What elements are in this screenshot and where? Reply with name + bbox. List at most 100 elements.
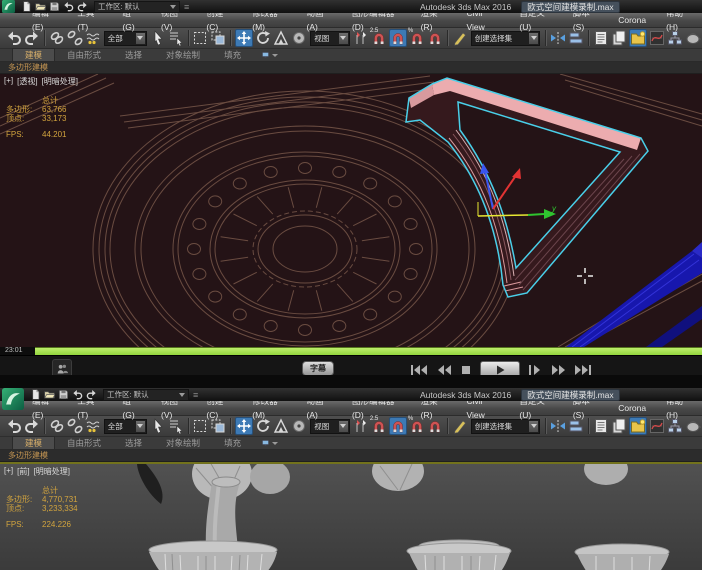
max-logo-app-menu[interactable]	[2, 388, 26, 401]
menubar: 编辑(E) 工具(T) 组(G) 视图(V) 创建(C) 修改器(M) 动画(A…	[0, 8, 702, 32]
tab-populate[interactable]: 填充	[212, 49, 253, 61]
chevron-down-icon	[338, 32, 348, 44]
scene-explorer-button[interactable]	[629, 29, 648, 47]
new-file-icon[interactable]	[30, 389, 41, 400]
viewport-label: [+] [前] [明暗处理]	[4, 466, 70, 477]
tab-modeling[interactable]: 建模	[12, 436, 56, 449]
tab-freeform[interactable]: 自由形式	[55, 49, 113, 61]
ribbon-monitor-icon[interactable]	[261, 51, 270, 59]
quick-access-toolbar	[21, 1, 88, 12]
viewport-perspective[interactable]: [+] [透视] [明暗处理] 总计 多边形: 63,766 顶点: 33,173 …	[0, 74, 702, 347]
quick-access-toolbar	[30, 389, 97, 400]
stats-fps-label: FPS:	[6, 130, 24, 139]
stats-total-label: 总计	[42, 486, 58, 495]
stage: 工作区: 默认 ≡ Autodesk 3ds Max 2016 欧式空间建模录制…	[0, 0, 702, 570]
workspace-label: 工作区: 默认	[98, 2, 140, 11]
document-title: 欧式空间建模录制.max	[521, 0, 620, 13]
scene-explorer-button[interactable]	[629, 417, 648, 435]
viewport-shading-label[interactable]: [明暗处理]	[42, 76, 78, 87]
window-bottom-3dsmax: 工作区: 默认 ≡ Autodesk 3ds Max 2016 欧式空间建模录制…	[0, 375, 702, 570]
stats-vert-value: 33,173	[42, 114, 67, 123]
workspace-selector[interactable]: 工作区: 默认	[94, 0, 180, 13]
stats-total-label: 总计	[42, 96, 58, 105]
chevron-down-icon	[529, 420, 539, 432]
tab-selection[interactable]: 选择	[113, 437, 154, 449]
stats-poly-value: 63,766	[42, 105, 67, 114]
chevron-down-icon[interactable]	[272, 441, 279, 445]
ribbon-monitor-icon[interactable]	[261, 439, 270, 447]
document-title: 欧式空间建模录制.max	[521, 388, 620, 401]
app-title: Autodesk 3ds Max 2016	[420, 389, 512, 400]
stats-fps-value: 44.201	[42, 130, 67, 139]
tab-object-paint[interactable]: 对象绘制	[154, 437, 212, 449]
chevron-down-icon	[135, 32, 145, 44]
viewport-label: [+] [透视] [明暗处理]	[4, 76, 78, 87]
chevron-down-icon[interactable]	[272, 53, 279, 57]
undo-scene-icon[interactable]	[6, 30, 22, 46]
selection-filter-value: 全部	[107, 33, 123, 43]
video-progress-bar[interactable]	[35, 347, 702, 355]
chevron-down-icon	[338, 420, 348, 432]
ribbon-tabs: 建模 自由形式 选择 对象绘制 填充	[0, 436, 702, 450]
chevron-down-icon	[179, 392, 185, 397]
ribbon-tabs: 建模 自由形式 选择 对象绘制 填充	[0, 48, 702, 62]
video-timestamp: 23:01	[5, 347, 23, 354]
selection-filter-value: 全部	[107, 421, 123, 431]
subtab-polygon-modeling[interactable]: 多边形建模	[0, 450, 56, 461]
tab-selection[interactable]: 选择	[113, 49, 154, 61]
window-title: Autodesk 3ds Max 2016 欧式空间建模录制.max	[420, 388, 620, 401]
viewport-menu-plus[interactable]: [+]	[4, 76, 13, 87]
open-file-icon[interactable]	[44, 389, 55, 400]
undo-icon[interactable]	[63, 1, 74, 12]
named-selection-set-value: 创建选择集	[474, 33, 513, 43]
named-selection-set-value: 创建选择集	[474, 421, 513, 431]
tab-modeling[interactable]: 建模	[12, 48, 56, 61]
workspace-selector[interactable]: 工作区: 默认	[103, 388, 189, 401]
stats-poly-label: 多边形:	[6, 495, 33, 504]
toolbar-overflow-icon[interactable]: ≡	[184, 2, 189, 12]
save-file-icon[interactable]	[58, 389, 69, 400]
undo-icon[interactable]	[72, 389, 83, 400]
subtab-polygon-modeling[interactable]: 多边形建模	[0, 62, 56, 73]
viewport-view-label[interactable]: [前]	[17, 466, 29, 477]
redo-icon[interactable]	[77, 1, 88, 12]
reference-coordinate-value: 视图	[314, 421, 330, 431]
chrome-bottom: 工作区: 默认 ≡ Autodesk 3ds Max 2016 欧式空间建模录制…	[0, 388, 702, 462]
save-file-icon[interactable]	[49, 1, 60, 12]
ribbon-subtab-row: 多边形建模	[0, 62, 702, 74]
workspace-label: 工作区: 默认	[107, 390, 149, 399]
stats-vert-label: 顶点:	[6, 504, 25, 513]
viewport-front[interactable]: [+] [前] [明暗处理] 总计 多边形: 4,770,731 顶点: 3,233…	[0, 462, 702, 570]
viewport-statistics: 总计 多边形: 4,770,731 顶点: 3,233,334 FPS: 224.22…	[6, 486, 126, 529]
toolbar-overflow-icon[interactable]: ≡	[193, 390, 198, 400]
chevron-down-icon	[170, 4, 176, 9]
open-file-icon[interactable]	[35, 1, 46, 12]
chrome-top: 工作区: 默认 ≡ Autodesk 3ds Max 2016 欧式空间建模录制…	[0, 0, 702, 74]
ribbon-subtab-row: 多边形建模	[0, 450, 702, 462]
max-logo-app-menu[interactable]	[2, 0, 17, 13]
menu-corona[interactable]: Corona	[608, 401, 656, 415]
window-title: Autodesk 3ds Max 2016 欧式空间建模录制.max	[420, 0, 620, 13]
viewport-menu-plus[interactable]: [+]	[4, 466, 13, 477]
redo-icon[interactable]	[86, 389, 97, 400]
subtitle-button[interactable]: 字幕	[302, 361, 334, 376]
menu-corona[interactable]: Corona	[608, 13, 656, 27]
stats-poly-label: 多边形:	[6, 105, 33, 114]
tab-populate[interactable]: 填充	[212, 437, 253, 449]
titlebar: 工作区: 默认 ≡ Autodesk 3ds Max 2016 欧式空间建模录制…	[0, 0, 702, 13]
tab-object-paint[interactable]: 对象绘制	[154, 49, 212, 61]
tab-freeform[interactable]: 自由形式	[55, 437, 113, 449]
new-file-icon[interactable]	[21, 1, 32, 12]
people-icon	[56, 363, 69, 375]
stats-vert-value: 3,233,334	[42, 504, 78, 513]
stats-fps-label: FPS:	[6, 520, 24, 529]
stats-poly-value: 4,770,731	[42, 495, 78, 504]
stats-fps-value: 224.226	[42, 520, 71, 529]
undo-scene-icon[interactable]	[6, 418, 22, 434]
chevron-down-icon	[529, 32, 539, 44]
separator-strip	[0, 375, 702, 388]
duplicate-sheets-icon[interactable]	[611, 30, 627, 46]
viewport-view-label[interactable]: [透视]	[17, 76, 37, 87]
duplicate-sheets-icon[interactable]	[611, 418, 627, 434]
viewport-shading-label[interactable]: [明暗处理]	[34, 466, 70, 477]
